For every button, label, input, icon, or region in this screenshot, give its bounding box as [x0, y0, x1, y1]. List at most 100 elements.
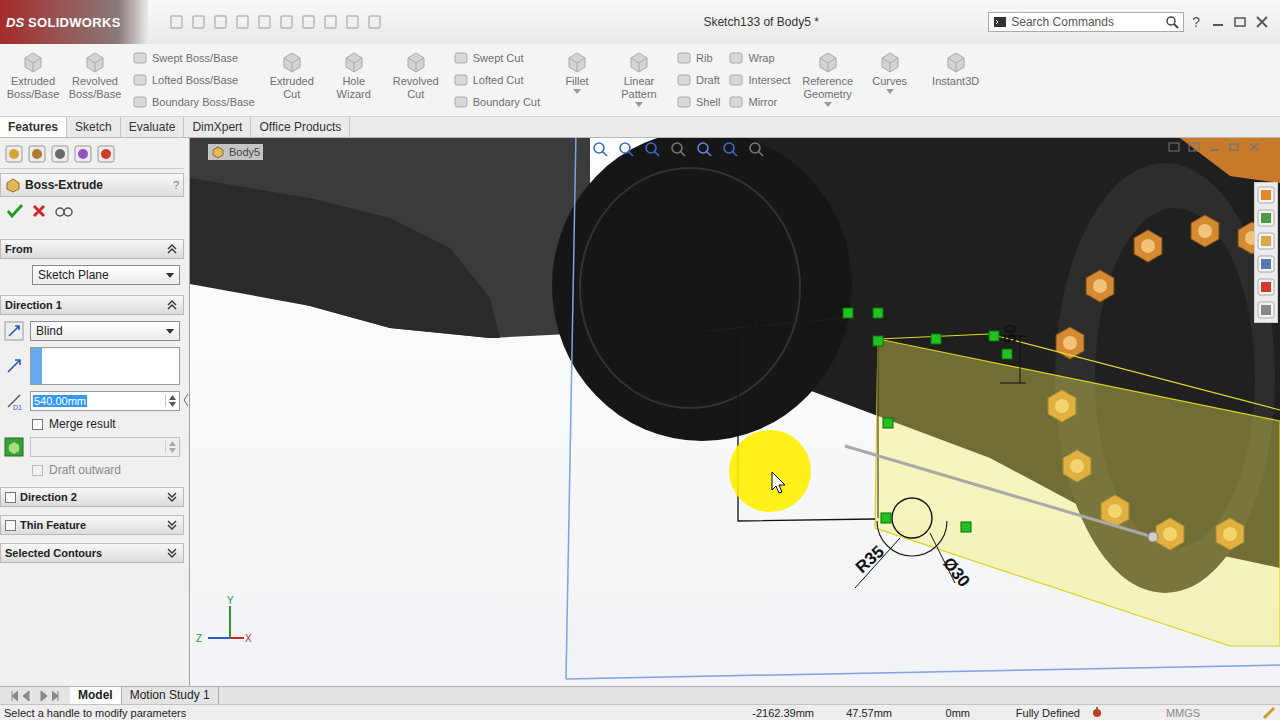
spin-up-icon[interactable]: [169, 441, 176, 446]
toolbar-icon[interactable]: [212, 13, 230, 31]
graphics-area[interactable]: 50R35Ø30YZX Body5: [190, 138, 1280, 686]
ribbon-button[interactable]: Intersect: [728, 70, 790, 89]
ribbon-button[interactable]: Mirror: [728, 92, 790, 111]
close-icon[interactable]: [1246, 140, 1262, 154]
relation-marker[interactable]: [843, 308, 853, 318]
ribbon-button[interactable]: Boundary Boss/Base: [132, 92, 255, 111]
section-header[interactable]: Selected Contours: [0, 543, 184, 563]
bodies-field[interactable]: [30, 437, 180, 457]
from-select[interactable]: Sketch Plane: [32, 265, 180, 285]
tab-nav-icon[interactable]: [52, 689, 66, 703]
ribbon-button[interactable]: Lofted Boss/Base: [132, 70, 255, 89]
collapse-panel-icon[interactable]: [183, 388, 189, 412]
ribbon-button[interactable]: Reference Geometry: [799, 50, 857, 107]
direction-field[interactable]: [30, 347, 180, 385]
manager-tab-icon[interactable]: [4, 144, 24, 164]
section-header[interactable]: Direction 2: [0, 487, 184, 507]
cylinder-body[interactable]: [552, 138, 852, 441]
spinner[interactable]: [165, 395, 179, 407]
toolbar-icon[interactable]: [190, 13, 208, 31]
task-pane-icon[interactable]: [1257, 255, 1275, 273]
tile-icon[interactable]: [1166, 140, 1182, 154]
draft-outward-option[interactable]: Draft outward: [4, 463, 180, 477]
toolbar-icon[interactable]: [300, 13, 318, 31]
toolbar-icon[interactable]: [366, 13, 384, 31]
section-checkbox[interactable]: [5, 492, 16, 503]
dropdown-icon[interactable]: [573, 89, 581, 94]
relation-marker[interactable]: [1002, 349, 1012, 359]
view-tool-icon[interactable]: [642, 140, 662, 158]
spin-up-icon[interactable]: [169, 395, 176, 400]
search-field[interactable]: Search Commands: [988, 12, 1184, 32]
relation-marker[interactable]: [961, 522, 971, 532]
ribbon-button[interactable]: Swept Boss/Base: [132, 48, 255, 67]
sketch-circle[interactable]: [892, 498, 932, 538]
relation-marker[interactable]: [881, 513, 891, 523]
logo[interactable]: DS SOLIDWORKS: [0, 0, 148, 44]
minimize-icon[interactable]: [1208, 14, 1228, 30]
help-button[interactable]: ?: [173, 179, 179, 191]
minimize-icon[interactable]: [1206, 140, 1222, 154]
checkbox[interactable]: [32, 419, 43, 430]
tile-icon[interactable]: [1186, 140, 1202, 154]
command-tab[interactable]: DimXpert: [184, 117, 251, 137]
options-icon[interactable]: [1262, 706, 1276, 720]
panel-splitter[interactable]: [183, 388, 189, 412]
view-tool-icon[interactable]: [694, 140, 714, 158]
model-view[interactable]: 50R35Ø30YZX: [190, 138, 1280, 686]
ribbon-button[interactable]: Rib: [676, 48, 720, 67]
tree-item[interactable]: Body5: [229, 146, 260, 158]
tab-nav-icon[interactable]: [36, 689, 50, 703]
toolbar-icon[interactable]: [256, 13, 274, 31]
rebuild-icon[interactable]: [1090, 706, 1104, 720]
units[interactable]: MMGS: [1108, 707, 1258, 719]
cancel-x-icon[interactable]: [30, 203, 48, 219]
ribbon-button[interactable]: Hole Wizard: [325, 50, 383, 101]
ribbon-button[interactable]: Revolved Cut: [387, 50, 445, 101]
dimension-label[interactable]: R35: [852, 542, 888, 577]
dropdown-icon[interactable]: [824, 102, 832, 107]
dimension-label[interactable]: Ø30: [939, 554, 974, 591]
dropdown-icon[interactable]: [886, 89, 894, 94]
ribbon-button[interactable]: Wrap: [728, 48, 790, 67]
toolbar-icon[interactable]: [344, 13, 362, 31]
task-pane-icon[interactable]: [1257, 301, 1275, 319]
close-icon[interactable]: [1252, 14, 1272, 30]
manager-tab-icon[interactable]: [27, 144, 47, 164]
ribbon-button[interactable]: Boundary Cut: [453, 92, 540, 111]
ribbon-button[interactable]: Extruded Cut: [263, 50, 321, 101]
expand-icon[interactable]: [167, 548, 177, 558]
ribbon-button[interactable]: Draft: [676, 70, 720, 89]
restore-icon[interactable]: [1226, 140, 1242, 154]
toolbar-icon[interactable]: [168, 13, 186, 31]
spin-down-icon[interactable]: [169, 448, 176, 453]
expand-icon[interactable]: [167, 520, 177, 530]
relation-marker[interactable]: [883, 418, 893, 428]
tab-nav-icon[interactable]: [4, 689, 18, 703]
section-checkbox[interactable]: [5, 520, 16, 531]
dimension-label[interactable]: 50: [1001, 324, 1020, 343]
ribbon-button[interactable]: Instant3D: [927, 50, 985, 88]
task-pane-icon[interactable]: [1257, 232, 1275, 250]
ribbon-button[interactable]: Lofted Cut: [453, 70, 540, 89]
view-tool-icon[interactable]: [616, 140, 636, 158]
toolbar-icon[interactable]: [278, 13, 296, 31]
preview-glasses-icon[interactable]: [54, 203, 74, 219]
command-tab[interactable]: Sketch: [67, 117, 121, 137]
expand-icon[interactable]: [167, 492, 177, 502]
ribbon-button[interactable]: Linear Pattern: [610, 50, 668, 107]
reverse-direction-icon[interactable]: [4, 321, 24, 341]
ribbon-button[interactable]: Fillet: [548, 50, 606, 107]
manager-tab-icon[interactable]: [96, 144, 116, 164]
manager-tab-icon[interactable]: [73, 144, 93, 164]
help-button[interactable]: ?: [1184, 14, 1208, 30]
ribbon-button[interactable]: Extruded Boss/Base: [4, 50, 62, 101]
view-tool-icon[interactable]: [746, 140, 766, 158]
task-pane-icon[interactable]: [1257, 209, 1275, 227]
spinner[interactable]: [165, 441, 179, 453]
drag-handle[interactable]: [845, 446, 1153, 537]
toolbar-icon[interactable]: [234, 13, 252, 31]
tab-nav-icon[interactable]: [20, 689, 34, 703]
section-header[interactable]: Thin Feature: [0, 515, 184, 535]
ok-check-icon[interactable]: [6, 203, 24, 219]
